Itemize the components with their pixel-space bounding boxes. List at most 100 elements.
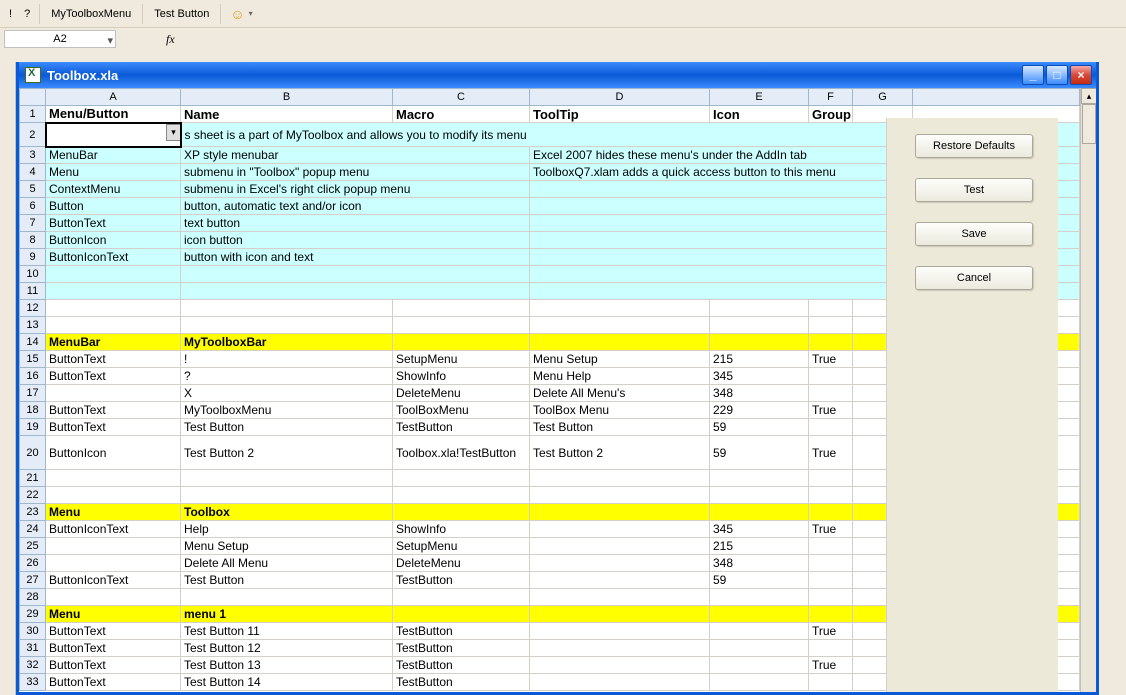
cell[interactable]: Test Button 2 bbox=[181, 436, 393, 470]
row-header[interactable]: 15 bbox=[20, 351, 46, 368]
row-header[interactable]: 11 bbox=[20, 283, 46, 300]
row-header[interactable]: 22 bbox=[20, 487, 46, 504]
cell[interactable] bbox=[530, 555, 710, 572]
row-header[interactable]: 13 bbox=[20, 317, 46, 334]
cell[interactable]: Menu Help bbox=[530, 368, 710, 385]
cell[interactable]: Macro bbox=[393, 106, 530, 123]
cell[interactable] bbox=[809, 555, 853, 572]
cell[interactable] bbox=[809, 419, 853, 436]
row-header[interactable]: 14 bbox=[20, 334, 46, 351]
cell[interactable] bbox=[530, 470, 710, 487]
cell[interactable]: Test Button bbox=[530, 419, 710, 436]
cell[interactable]: MyToolboxBar bbox=[181, 334, 393, 351]
row-header[interactable]: 25 bbox=[20, 538, 46, 555]
row-header[interactable]: 23 bbox=[20, 504, 46, 521]
cell[interactable]: MyToolboxMenu bbox=[181, 402, 393, 419]
cell[interactable]: DeleteMenu bbox=[393, 385, 530, 402]
col-header-f[interactable]: F bbox=[809, 89, 853, 106]
cell[interactable]: MenuBar bbox=[46, 147, 181, 164]
cell[interactable] bbox=[710, 334, 809, 351]
cell[interactable]: TestButton bbox=[393, 674, 530, 691]
row-header[interactable]: 26 bbox=[20, 555, 46, 572]
cell[interactable]: submenu in "Toolbox" popup menu bbox=[181, 164, 530, 181]
cell[interactable] bbox=[710, 657, 809, 674]
row-header[interactable]: 17 bbox=[20, 385, 46, 402]
cell[interactable] bbox=[46, 538, 181, 555]
row-header[interactable]: 31 bbox=[20, 640, 46, 657]
cell[interactable]: ButtonText bbox=[46, 402, 181, 419]
cell[interactable]: Icon bbox=[710, 106, 809, 123]
col-header-a[interactable]: A bbox=[46, 89, 181, 106]
cell[interactable] bbox=[809, 368, 853, 385]
vertical-scrollbar[interactable]: ▴ bbox=[1080, 88, 1096, 692]
cell[interactable]: TestButton bbox=[393, 640, 530, 657]
restore-defaults-button[interactable]: Restore Defaults bbox=[915, 134, 1033, 158]
row-header[interactable]: 8 bbox=[20, 232, 46, 249]
cell[interactable] bbox=[809, 385, 853, 402]
toolbar-btn-question[interactable]: ? bbox=[19, 5, 35, 23]
row-header[interactable]: 30 bbox=[20, 623, 46, 640]
cell[interactable]: ButtonText bbox=[46, 215, 181, 232]
cell[interactable] bbox=[530, 657, 710, 674]
cell[interactable]: Group bbox=[809, 106, 853, 123]
cell[interactable]: menu 1 bbox=[181, 606, 393, 623]
col-header-e[interactable]: E bbox=[710, 89, 809, 106]
row-header[interactable]: 18 bbox=[20, 402, 46, 419]
cell[interactable] bbox=[809, 674, 853, 691]
cell[interactable] bbox=[181, 283, 530, 300]
cell[interactable]: Menu bbox=[46, 504, 181, 521]
cell[interactable]: TestButton bbox=[393, 657, 530, 674]
cell[interactable]: Test Button 12 bbox=[181, 640, 393, 657]
row-header[interactable]: 24 bbox=[20, 521, 46, 538]
col-header-g[interactable]: G bbox=[853, 89, 913, 106]
cell[interactable]: ButtonIconText bbox=[46, 572, 181, 589]
cell[interactable]: TestButton bbox=[393, 572, 530, 589]
row-header[interactable]: 16 bbox=[20, 368, 46, 385]
cell[interactable]: Test Button 2 bbox=[530, 436, 710, 470]
cell[interactable] bbox=[46, 487, 181, 504]
cell[interactable] bbox=[393, 606, 530, 623]
row-header[interactable]: 19 bbox=[20, 419, 46, 436]
close-button[interactable]: × bbox=[1070, 65, 1092, 85]
cell[interactable] bbox=[530, 521, 710, 538]
cell[interactable]: XP style menubar bbox=[181, 147, 530, 164]
cell[interactable] bbox=[530, 181, 913, 198]
cell[interactable] bbox=[393, 470, 530, 487]
cell[interactable]: Delete All Menu bbox=[181, 555, 393, 572]
cell[interactable] bbox=[530, 198, 913, 215]
cell[interactable]: 215 bbox=[710, 351, 809, 368]
cell[interactable]: ? bbox=[181, 368, 393, 385]
save-button[interactable]: Save bbox=[915, 222, 1033, 246]
fx-button[interactable]: fx bbox=[166, 32, 175, 47]
cell[interactable] bbox=[710, 589, 809, 606]
cell[interactable] bbox=[46, 266, 181, 283]
cell[interactable] bbox=[710, 504, 809, 521]
cell[interactable]: True bbox=[809, 657, 853, 674]
cell[interactable] bbox=[809, 300, 853, 317]
cell[interactable] bbox=[393, 504, 530, 521]
cell[interactable]: ButtonText bbox=[46, 674, 181, 691]
cell[interactable] bbox=[710, 623, 809, 640]
cell[interactable] bbox=[710, 470, 809, 487]
toolbar-btn-mytoolboxmenu[interactable]: MyToolboxMenu bbox=[44, 5, 138, 23]
row-header[interactable]: 6 bbox=[20, 198, 46, 215]
cell[interactable]: ! bbox=[181, 351, 393, 368]
cell[interactable]: TestButton bbox=[393, 623, 530, 640]
scrollbar-thumb[interactable] bbox=[1082, 104, 1096, 144]
cell[interactable]: Test Button 13 bbox=[181, 657, 393, 674]
row-header[interactable]: 32 bbox=[20, 657, 46, 674]
cell[interactable] bbox=[530, 589, 710, 606]
scroll-up-button[interactable]: ▴ bbox=[1081, 88, 1096, 104]
cell[interactable]: icon button bbox=[181, 232, 530, 249]
cell[interactable]: 345 bbox=[710, 368, 809, 385]
cell[interactable]: 345 bbox=[710, 521, 809, 538]
row-header[interactable]: 3 bbox=[20, 147, 46, 164]
cell[interactable]: True bbox=[809, 521, 853, 538]
cell[interactable]: ButtonText bbox=[46, 657, 181, 674]
toolbar-btn-smiley[interactable]: ☺ ▾ bbox=[225, 3, 257, 25]
cell[interactable]: ToolTip bbox=[530, 106, 710, 123]
cell[interactable]: ShowInfo bbox=[393, 521, 530, 538]
cell[interactable] bbox=[46, 300, 181, 317]
cell[interactable]: Excel 2007 hides these menu's under the … bbox=[530, 147, 913, 164]
cell[interactable] bbox=[530, 232, 913, 249]
